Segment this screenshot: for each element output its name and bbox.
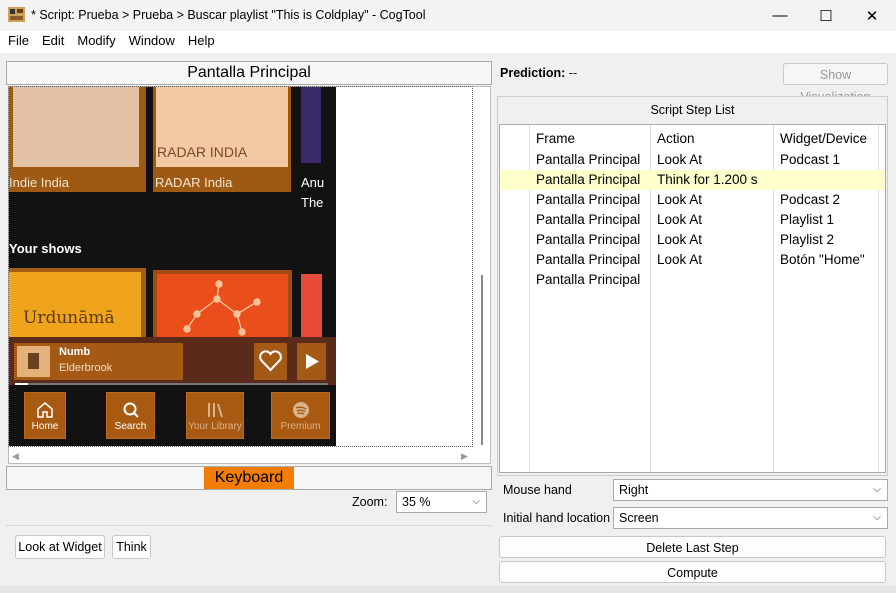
- table-row[interactable]: Pantalla Principal Look At Podcast 2: [500, 190, 885, 210]
- menu-file[interactable]: File: [8, 31, 36, 53]
- zoom-label: Zoom:: [352, 495, 388, 509]
- vertical-scrollbar-thumb[interactable]: [481, 275, 483, 445]
- menu-edit[interactable]: Edit: [42, 31, 71, 53]
- prediction-value: --: [568, 66, 578, 80]
- table-row[interactable]: Pantalla Principal Look At Botón "Home": [500, 250, 885, 270]
- hand-location-label: Initial hand location: [503, 511, 611, 525]
- chevron-down-icon: ⌵: [873, 512, 881, 523]
- zoom-select[interactable]: 35 % ⌵: [396, 491, 487, 513]
- column-header-frame[interactable]: Frame: [536, 131, 575, 146]
- column-header-action[interactable]: Action: [657, 131, 695, 146]
- zoom-value: 35 %: [402, 495, 431, 509]
- cell-frame: Pantalla Principal: [536, 192, 641, 207]
- cell-widget: Podcast 2: [780, 192, 841, 207]
- cell-action: Look At: [657, 192, 703, 207]
- mouse-hand-label: Mouse hand: [503, 483, 572, 497]
- hand-location-select[interactable]: Screen ⌵: [613, 507, 888, 529]
- chevron-down-icon: ⌵: [873, 484, 881, 495]
- minimize-icon: —: [772, 7, 788, 24]
- column-header-widget[interactable]: Widget/Device: [780, 131, 867, 146]
- cell-frame: Pantalla Principal: [536, 152, 641, 167]
- cell-action: Think for 1.200 s: [657, 172, 758, 187]
- script-step-table[interactable]: Frame Action Widget/Device Pantalla Prin…: [499, 124, 886, 473]
- menu-bar: File Edit Modify Window Help: [0, 31, 896, 53]
- close-button[interactable]: ✕: [849, 0, 895, 31]
- script-step-list-title: Script Step List: [650, 103, 735, 117]
- table-row[interactable]: Pantalla Principal Look At Playlist 2: [500, 230, 885, 250]
- prediction: Prediction: --: [500, 66, 577, 80]
- mouse-hand-select[interactable]: Right ⌵: [613, 479, 888, 501]
- close-icon: ✕: [865, 7, 879, 25]
- window-title: * Script: Prueba > Prueba > Buscar playl…: [31, 8, 426, 22]
- cell-action: Look At: [657, 232, 703, 247]
- cell-widget: Podcast 1: [780, 152, 841, 167]
- cell-frame: Pantalla Principal: [536, 232, 641, 247]
- hand-location-value: Screen: [619, 511, 659, 525]
- window-bottom-edge: [0, 586, 896, 593]
- cell-action: Look At: [657, 252, 703, 267]
- show-visualization-button[interactable]: Show Visualization: [783, 63, 888, 104]
- cogtool-app-icon: [8, 7, 25, 22]
- cell-widget: Botón "Home": [780, 252, 865, 267]
- cell-action: Look At: [657, 212, 703, 227]
- chevron-down-icon: ⌵: [472, 496, 480, 507]
- scroll-left-icon[interactable]: ◀: [12, 451, 19, 462]
- table-row-selected[interactable]: Pantalla Principal Think for 1.200 s: [500, 170, 885, 190]
- menu-window[interactable]: Window: [129, 31, 182, 53]
- maximize-button[interactable]: ☐: [803, 0, 849, 31]
- cell-frame: Pantalla Principal: [536, 172, 641, 187]
- table-row[interactable]: Pantalla Principal: [500, 270, 885, 290]
- compute-button[interactable]: Compute: [499, 561, 886, 583]
- cell-widget: Playlist 2: [780, 232, 835, 247]
- keyboard-widget[interactable]: Keyboard: [204, 467, 294, 489]
- frame-title: Pantalla Principal: [6, 61, 492, 85]
- menu-modify[interactable]: Modify: [77, 31, 122, 53]
- scroll-right-icon[interactable]: ▶: [461, 451, 468, 462]
- menu-help[interactable]: Help: [188, 31, 222, 53]
- look-at-widget-button[interactable]: Look at Widget: [15, 535, 105, 559]
- delete-last-step-button[interactable]: Delete Last Step: [499, 536, 886, 558]
- frame-boundary: [8, 86, 473, 447]
- divider: [6, 525, 492, 526]
- table-row[interactable]: Pantalla Principal Look At Playlist 1: [500, 210, 885, 230]
- think-button[interactable]: Think: [112, 535, 151, 559]
- table-row[interactable]: Pantalla Principal Look At Podcast 1: [500, 150, 885, 170]
- cell-action: Look At: [657, 152, 703, 167]
- prediction-label: Prediction:: [500, 66, 566, 80]
- cell-widget: Playlist 1: [780, 212, 835, 227]
- cell-frame: Pantalla Principal: [536, 212, 641, 227]
- maximize-icon: ☐: [819, 7, 833, 25]
- mouse-hand-value: Right: [619, 483, 649, 497]
- cell-frame: Pantalla Principal: [536, 272, 641, 287]
- cell-frame: Pantalla Principal: [536, 252, 641, 267]
- minimize-button[interactable]: —: [757, 0, 803, 31]
